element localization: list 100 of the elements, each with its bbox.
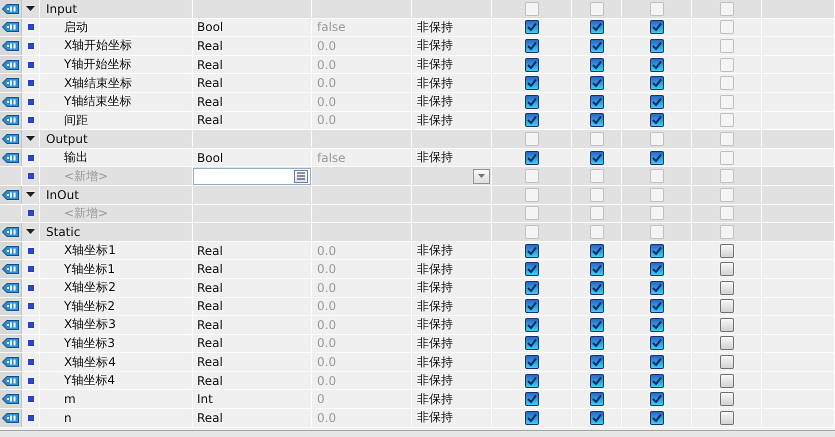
checkbox[interactable]	[590, 355, 604, 370]
variable-row[interactable]: 输出 Bool false 非保持	[0, 148, 835, 168]
checkbox[interactable]	[650, 244, 664, 258]
checkbox[interactable]	[524, 76, 538, 90]
checkbox[interactable]	[650, 374, 664, 388]
checkbox[interactable]	[720, 336, 734, 350]
variable-row[interactable]: X轴坐标3 Real 0.0 非保持	[0, 316, 835, 335]
checkbox[interactable]	[720, 355, 734, 370]
retain-value: 非保持	[416, 334, 453, 352]
variable-row[interactable]: Y轴开始坐标 Real 0.0 非保持	[0, 56, 835, 74]
checkbox[interactable]	[650, 20, 664, 34]
section-row[interactable]: Input	[0, 0, 835, 19]
checkbox[interactable]	[524, 20, 538, 34]
variable-name: Y轴坐标1	[63, 260, 115, 278]
variable-row[interactable]: X轴结束坐标 Real 0.0 非保持	[0, 74, 835, 93]
checkbox[interactable]	[590, 262, 604, 276]
collapse-triangle-icon[interactable]	[26, 190, 35, 200]
checkbox[interactable]	[590, 94, 604, 109]
checkbox[interactable]	[590, 58, 604, 72]
retain-value: 非保持	[416, 74, 453, 92]
variable-row[interactable]: 启动 Bool false 非保持	[0, 18, 835, 38]
section-row[interactable]: Static	[0, 223, 835, 242]
checkbox[interactable]	[650, 94, 664, 109]
checkbox[interactable]	[590, 38, 604, 53]
variable-row[interactable]: n Real 0.0 非保持	[0, 409, 835, 428]
checkbox[interactable]	[590, 374, 604, 388]
checkbox[interactable]	[650, 392, 664, 406]
checkbox[interactable]	[590, 410, 604, 425]
checkbox[interactable]	[650, 113, 664, 128]
checkbox[interactable]	[650, 355, 664, 370]
dropdown-button[interactable]	[473, 168, 490, 184]
checkbox[interactable]	[720, 262, 734, 276]
section-row[interactable]: InOut	[0, 186, 835, 205]
collapse-triangle-icon[interactable]	[26, 4, 35, 14]
checkbox[interactable]	[650, 150, 664, 165]
variable-row[interactable]: Y轴坐标1 Real 0.0 非保持	[0, 260, 835, 279]
checkbox[interactable]	[524, 244, 538, 258]
checkbox[interactable]	[590, 299, 604, 314]
checkbox[interactable]	[590, 76, 604, 90]
checkbox[interactable]	[650, 410, 664, 425]
checkbox[interactable]	[590, 392, 604, 406]
checkbox[interactable]	[524, 336, 538, 350]
section-row[interactable]: Output	[0, 130, 835, 149]
checkbox[interactable]	[524, 58, 538, 72]
checkbox[interactable]	[720, 410, 734, 425]
variable-row[interactable]: 间距 Real 0.0 非保持	[0, 112, 835, 130]
variable-row[interactable]: Y轴坐标3 Real 0.0 非保持	[0, 334, 835, 354]
bullet-icon	[28, 414, 34, 421]
collapse-triangle-icon[interactable]	[26, 134, 35, 144]
checkbox[interactable]	[590, 318, 604, 332]
variable-row[interactable]: m Int 0 非保持	[0, 390, 835, 410]
checkbox[interactable]	[590, 244, 604, 258]
data-type: Real	[196, 318, 223, 332]
checkbox[interactable]	[524, 113, 538, 128]
checkbox[interactable]	[720, 299, 734, 314]
checkbox[interactable]	[524, 94, 538, 109]
checkbox[interactable]	[650, 280, 664, 295]
checkbox[interactable]	[524, 262, 538, 276]
variable-row[interactable]: X轴坐标1 Real 0.0 非保持	[0, 242, 835, 260]
checkbox[interactable]	[590, 20, 604, 34]
checkbox[interactable]	[650, 318, 664, 332]
variable-row[interactable]: Y轴坐标4 Real 0.0 非保持	[0, 372, 835, 390]
checkbox[interactable]	[720, 280, 734, 295]
interface-tag-icon	[2, 190, 19, 200]
variable-row[interactable]: Y轴结束坐标 Real 0.0 非保持	[0, 92, 835, 112]
checkbox[interactable]	[720, 244, 734, 258]
data-type-field[interactable]	[193, 168, 311, 185]
variable-row[interactable]: X轴坐标4 Real 0.0 非保持	[0, 353, 835, 372]
checkbox[interactable]	[524, 374, 538, 388]
checkbox[interactable]	[524, 38, 538, 53]
data-type: Real	[196, 244, 223, 258]
checkbox[interactable]	[524, 150, 538, 165]
default-value: false	[316, 150, 346, 165]
checkbox[interactable]	[650, 58, 664, 72]
checkbox[interactable]	[590, 336, 604, 350]
checkbox[interactable]	[650, 38, 664, 53]
list-button[interactable]	[294, 170, 308, 183]
variable-row[interactable]: Y轴坐标2 Real 0.0 非保持	[0, 298, 835, 316]
collapse-triangle-icon[interactable]	[26, 227, 35, 236]
checkbox[interactable]	[524, 318, 538, 332]
checkbox[interactable]	[720, 374, 734, 388]
checkbox[interactable]	[524, 299, 538, 314]
data-type: Real	[196, 262, 223, 276]
variable-row[interactable]: X轴开始坐标 Real 0.0 非保持	[0, 37, 835, 56]
checkbox[interactable]	[524, 392, 538, 406]
checkbox[interactable]	[524, 410, 538, 425]
checkbox[interactable]	[590, 113, 604, 128]
checkbox[interactable]	[650, 299, 664, 314]
checkbox[interactable]	[650, 262, 664, 276]
checkbox[interactable]	[650, 336, 664, 350]
checkbox[interactable]	[524, 280, 538, 295]
checkbox[interactable]	[524, 355, 538, 370]
section-name: Output	[45, 132, 88, 146]
checkbox[interactable]	[590, 280, 604, 295]
horizontal-scrollbar[interactable]	[0, 430, 835, 437]
variable-row[interactable]: X轴坐标2 Real 0.0 非保持	[0, 278, 835, 298]
checkbox[interactable]	[720, 392, 734, 406]
checkbox[interactable]	[650, 76, 664, 90]
checkbox[interactable]	[720, 318, 734, 332]
checkbox[interactable]	[590, 150, 604, 165]
